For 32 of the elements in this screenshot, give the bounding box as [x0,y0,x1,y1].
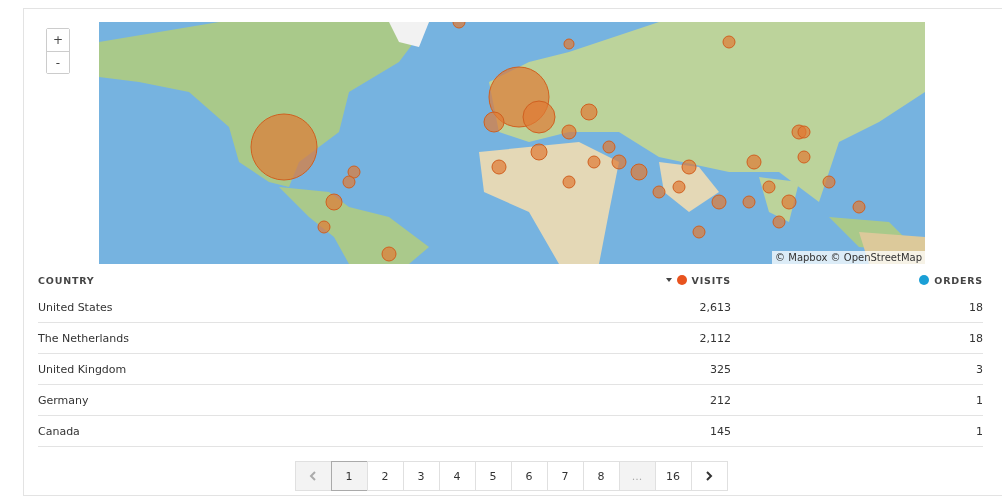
map-attribution: © Mapbox © OpenStreetMap [772,251,925,264]
column-header[interactable]: ORDERS [934,274,983,286]
page-button[interactable]: 6 [510,461,548,491]
table-cell-text: 325 [709,362,731,376]
page-button[interactable]: 2 [366,461,404,491]
table-cell-text: 2,112 [698,331,731,345]
table-cell-text: Germany [38,393,90,407]
table-cell-text: 3 [975,362,983,376]
table-cell-text: United States [38,300,114,314]
page-button[interactable]: 16 [654,461,692,491]
column-header[interactable]: COUNTRY [38,274,95,286]
page-button[interactable]: 4 [438,461,476,491]
table-cell-text: 145 [709,424,731,438]
chevron-right-icon [705,471,713,481]
page-button[interactable]: 5 [474,461,512,491]
table-cell-text: 18 [968,300,983,314]
table-cell-text: 1 [975,424,983,438]
page-button[interactable]: 3 [402,461,440,491]
table-cell-text: 2,613 [698,300,731,314]
next-page-button[interactable] [690,461,728,491]
table-cell-text: The Netherlands [38,331,130,345]
page-button[interactable]: 7 [546,461,584,491]
table-cell-text: 18 [968,331,983,345]
table-cell-text: 212 [709,393,731,407]
zoom-out-button[interactable]: - [47,51,69,73]
column-header[interactable]: VISITS [691,274,731,286]
table-cell-text: 1 [975,393,983,407]
page-button[interactable]: 8 [582,461,620,491]
table-cell-text: United Kingdom [38,362,128,376]
page-button[interactable]: 1 [330,461,368,491]
table-cell-text: Canada [38,424,81,438]
chevron-left-icon [309,471,317,481]
